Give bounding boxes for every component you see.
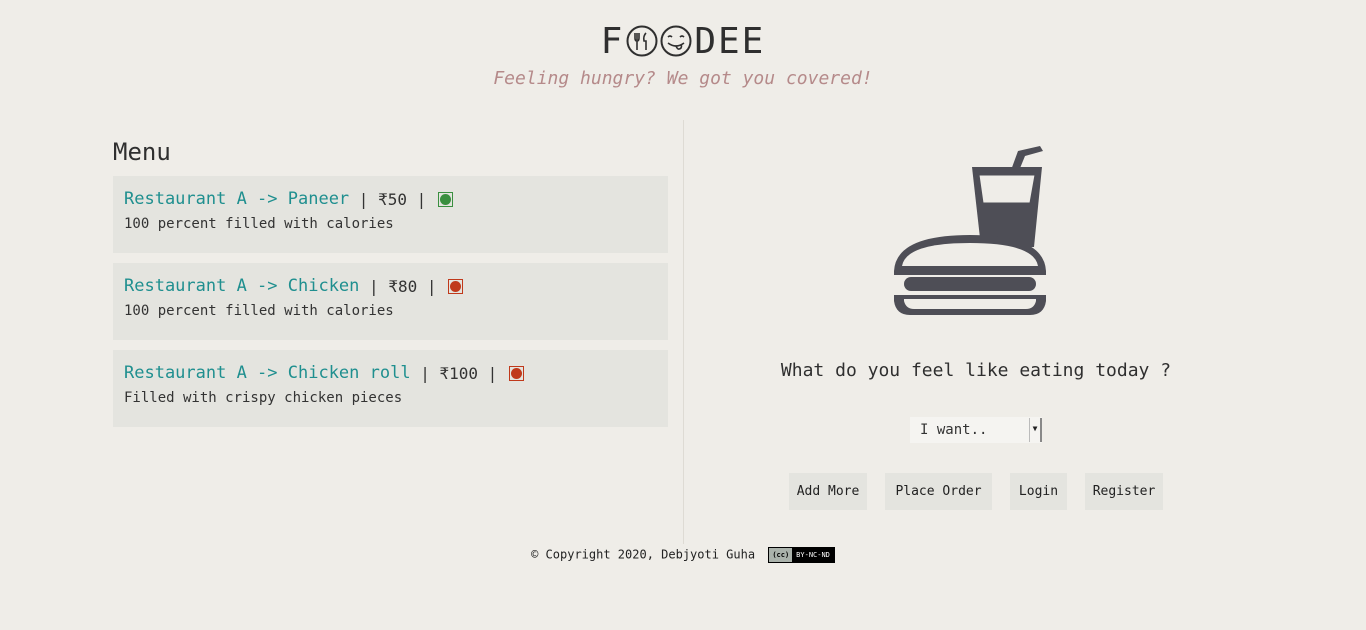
non-veg-indicator-icon (448, 278, 464, 294)
place-order-button[interactable]: Place Order (885, 473, 992, 510)
menu-item-description: 100 percent filled with calories (124, 303, 394, 319)
menu-item-name: Restaurant A -> Paneer (124, 189, 350, 209)
menu-item-price: ₹100 (439, 363, 479, 383)
smiley-tongue-icon (660, 25, 692, 57)
column-divider (683, 120, 684, 544)
menu-title: Menu (113, 138, 171, 166)
license-badge[interactable]: (cc) BY-NC-ND (768, 547, 835, 563)
menu-item[interactable]: Restaurant A -> Chicken roll | ₹100 | Fi… (113, 350, 668, 427)
license-text: BY-NC-ND (796, 551, 830, 559)
cc-icon: (cc) (769, 548, 793, 562)
menu-item-name: Restaurant A -> Chicken (124, 276, 360, 296)
non-veg-indicator-icon (508, 365, 524, 381)
food-select-value: I want.. (920, 422, 988, 438)
dropdown-arrow-icon: ▼ (1029, 418, 1042, 442)
footer: © Copyright 2020, Debjyoti Guha (cc) BY-… (0, 547, 1366, 563)
menu-item-name: Restaurant A -> Chicken roll (124, 363, 411, 383)
register-button[interactable]: Register (1085, 473, 1163, 510)
login-button[interactable]: Login (1010, 473, 1067, 510)
logo[interactable]: F DEE (601, 18, 766, 64)
order-question: What do you feel like eating today ? (780, 360, 1172, 381)
burger-drink-icon (894, 146, 1046, 315)
copyright-text: © Copyright 2020, Debjyoti Guha (531, 547, 756, 562)
fork-knife-icon (626, 25, 658, 57)
menu-item[interactable]: Restaurant A -> Paneer | ₹50 | 100 perce… (113, 176, 668, 253)
menu-item-description: 100 percent filled with calories (124, 216, 394, 232)
food-select[interactable]: I want.. ▼ (910, 417, 1042, 443)
logo-prefix: F (600, 20, 625, 62)
tagline: Feeling hungry? We got you covered! (493, 68, 873, 89)
menu-item-price: ₹80 (388, 276, 418, 296)
logo-suffix: DEE (694, 20, 766, 62)
menu-item[interactable]: Restaurant A -> Chicken | ₹80 | 100 perc… (113, 263, 668, 340)
menu-item-description: Filled with crispy chicken pieces (124, 390, 403, 406)
veg-indicator-icon (437, 191, 453, 207)
menu-item-price: ₹50 (378, 189, 407, 209)
add-more-button[interactable]: Add More (789, 473, 867, 510)
page-header: F DEE Feeling hungry? We got you covered… (0, 18, 1366, 90)
